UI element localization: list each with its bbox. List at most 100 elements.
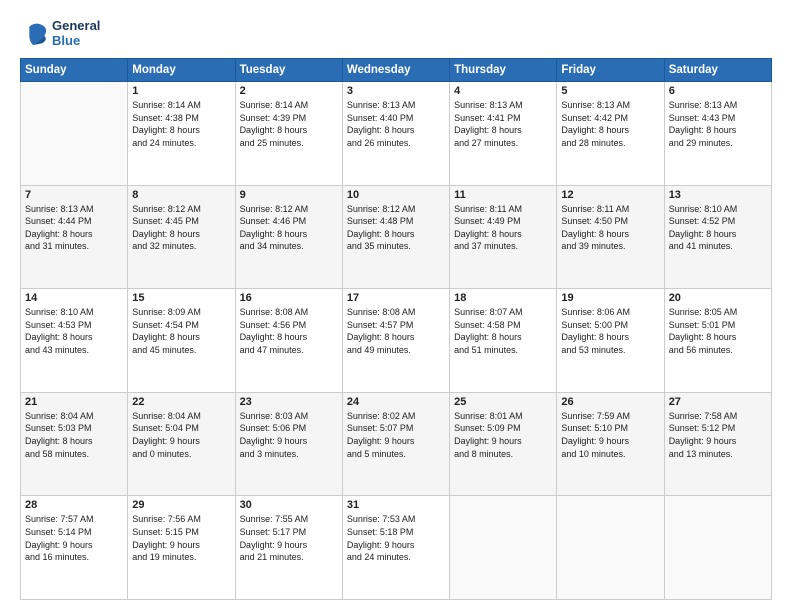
calendar-cell: 29 Sunrise: 7:56 AM Sunset: 5:15 PM Dayli…: [128, 496, 235, 600]
calendar-cell: 3Sunrise: 8:13 AM Sunset: 4:40 PM Daylig…: [342, 82, 449, 186]
cell-info: Sunrise: 8:05 AM Sunset: 5:01 PM Dayligh…: [669, 306, 767, 356]
cell-info: Sunrise: 8:07 AM Sunset: 4:58 PM Dayligh…: [454, 306, 552, 356]
calendar-cell: 18 Sunrise: 8:07 AM Sunset: 4:58 PM Dayli…: [450, 289, 557, 393]
day-number: 25: [454, 396, 552, 408]
weekday-header-monday: Monday: [128, 59, 235, 82]
logo: General Blue: [20, 18, 100, 48]
day-number: 2: [240, 85, 338, 97]
day-number: 14: [25, 292, 123, 304]
cell-info: Sunrise: 7:58 AM Sunset: 5:12 PM Dayligh…: [669, 410, 767, 460]
cell-info: Sunrise: 8:13 AM Sunset: 4:40 PM Dayligh…: [347, 99, 445, 149]
calendar-cell: 20 Sunrise: 8:05 AM Sunset: 5:01 PM Dayli…: [664, 289, 771, 393]
day-number: 20: [669, 292, 767, 304]
day-number: 18: [454, 292, 552, 304]
calendar-cell: 28 Sunrise: 7:57 AM Sunset: 5:14 PM Dayli…: [21, 496, 128, 600]
day-number: 23: [240, 396, 338, 408]
calendar-cell: 26 Sunrise: 7:59 AM Sunset: 5:10 PM Dayli…: [557, 392, 664, 496]
cell-info: Sunrise: 8:13 AM Sunset: 4:41 PM Dayligh…: [454, 99, 552, 149]
cell-info: Sunrise: 7:59 AM Sunset: 5:10 PM Dayligh…: [561, 410, 659, 460]
calendar-page: General Blue SundayMondayTuesdayWednesda…: [0, 0, 792, 612]
cell-info: Sunrise: 8:04 AM Sunset: 5:03 PM Dayligh…: [25, 410, 123, 460]
day-number: 6: [669, 85, 767, 97]
calendar-cell: 16Sunrise: 8:08 AM Sunset: 4:56 PM Dayli…: [235, 289, 342, 393]
cell-info: Sunrise: 8:04 AM Sunset: 5:04 PM Dayligh…: [132, 410, 230, 460]
calendar-cell: 12 Sunrise: 8:11 AM Sunset: 4:50 PM Dayli…: [557, 185, 664, 289]
day-number: 4: [454, 85, 552, 97]
calendar-cell: 25 Sunrise: 8:01 AM Sunset: 5:09 PM Dayli…: [450, 392, 557, 496]
day-number: 11: [454, 189, 552, 201]
day-number: 26: [561, 396, 659, 408]
calendar-cell: 8Sunrise: 8:12 AM Sunset: 4:45 PM Daylig…: [128, 185, 235, 289]
day-number: 12: [561, 189, 659, 201]
logo-icon: [20, 19, 48, 47]
calendar-cell: 4 Sunrise: 8:13 AM Sunset: 4:41 PM Daylig…: [450, 82, 557, 186]
calendar-cell: 19 Sunrise: 8:06 AM Sunset: 5:00 PM Dayli…: [557, 289, 664, 393]
cell-info: Sunrise: 8:08 AM Sunset: 4:57 PM Dayligh…: [347, 306, 445, 356]
cell-info: Sunrise: 8:13 AM Sunset: 4:44 PM Dayligh…: [25, 203, 123, 253]
cell-info: Sunrise: 8:11 AM Sunset: 4:50 PM Dayligh…: [561, 203, 659, 253]
calendar-cell: 13 Sunrise: 8:10 AM Sunset: 4:52 PM Dayli…: [664, 185, 771, 289]
cell-info: Sunrise: 7:57 AM Sunset: 5:14 PM Dayligh…: [25, 513, 123, 563]
weekday-header-saturday: Saturday: [664, 59, 771, 82]
calendar-cell: [21, 82, 128, 186]
cell-info: Sunrise: 8:02 AM Sunset: 5:07 PM Dayligh…: [347, 410, 445, 460]
day-number: 19: [561, 292, 659, 304]
calendar-cell: [450, 496, 557, 600]
day-number: 13: [669, 189, 767, 201]
calendar-cell: [557, 496, 664, 600]
calendar-cell: [664, 496, 771, 600]
calendar-cell: 17 Sunrise: 8:08 AM Sunset: 4:57 PM Dayli…: [342, 289, 449, 393]
weekday-header-wednesday: Wednesday: [342, 59, 449, 82]
week-row-3: 14Sunrise: 8:10 AM Sunset: 4:53 PM Dayli…: [21, 289, 772, 393]
day-number: 29: [132, 499, 230, 511]
day-number: 27: [669, 396, 767, 408]
calendar-cell: 7 Sunrise: 8:13 AM Sunset: 4:44 PM Daylig…: [21, 185, 128, 289]
calendar-cell: 31 Sunrise: 7:53 AM Sunset: 5:18 PM Dayli…: [342, 496, 449, 600]
cell-info: Sunrise: 8:14 AM Sunset: 4:39 PM Dayligh…: [240, 99, 338, 149]
cell-info: Sunrise: 7:53 AM Sunset: 5:18 PM Dayligh…: [347, 513, 445, 563]
calendar-cell: 15 Sunrise: 8:09 AM Sunset: 4:54 PM Dayli…: [128, 289, 235, 393]
cell-info: Sunrise: 8:06 AM Sunset: 5:00 PM Dayligh…: [561, 306, 659, 356]
cell-info: Sunrise: 8:12 AM Sunset: 4:48 PM Dayligh…: [347, 203, 445, 253]
cell-info: Sunrise: 7:56 AM Sunset: 5:15 PM Dayligh…: [132, 513, 230, 563]
week-row-4: 21 Sunrise: 8:04 AM Sunset: 5:03 PM Dayli…: [21, 392, 772, 496]
day-number: 15: [132, 292, 230, 304]
day-number: 21: [25, 396, 123, 408]
calendar-cell: 5Sunrise: 8:13 AM Sunset: 4:42 PM Daylig…: [557, 82, 664, 186]
week-row-2: 7 Sunrise: 8:13 AM Sunset: 4:44 PM Daylig…: [21, 185, 772, 289]
week-row-5: 28 Sunrise: 7:57 AM Sunset: 5:14 PM Dayli…: [21, 496, 772, 600]
cell-info: Sunrise: 8:13 AM Sunset: 4:42 PM Dayligh…: [561, 99, 659, 149]
day-number: 9: [240, 189, 338, 201]
day-number: 7: [25, 189, 123, 201]
cell-info: Sunrise: 8:09 AM Sunset: 4:54 PM Dayligh…: [132, 306, 230, 356]
day-number: 17: [347, 292, 445, 304]
cell-info: Sunrise: 8:14 AM Sunset: 4:38 PM Dayligh…: [132, 99, 230, 149]
day-number: 31: [347, 499, 445, 511]
day-number: 16: [240, 292, 338, 304]
day-number: 30: [240, 499, 338, 511]
calendar-cell: 22 Sunrise: 8:04 AM Sunset: 5:04 PM Dayli…: [128, 392, 235, 496]
cell-info: Sunrise: 8:10 AM Sunset: 4:52 PM Dayligh…: [669, 203, 767, 253]
calendar-cell: 21 Sunrise: 8:04 AM Sunset: 5:03 PM Dayli…: [21, 392, 128, 496]
week-row-1: 1 Sunrise: 8:14 AM Sunset: 4:38 PM Daylig…: [21, 82, 772, 186]
cell-info: Sunrise: 8:11 AM Sunset: 4:49 PM Dayligh…: [454, 203, 552, 253]
weekday-header-thursday: Thursday: [450, 59, 557, 82]
page-header: General Blue: [20, 18, 772, 48]
cell-info: Sunrise: 8:01 AM Sunset: 5:09 PM Dayligh…: [454, 410, 552, 460]
day-number: 22: [132, 396, 230, 408]
weekday-header-sunday: Sunday: [21, 59, 128, 82]
calendar-cell: 10Sunrise: 8:12 AM Sunset: 4:48 PM Dayli…: [342, 185, 449, 289]
calendar-cell: 30Sunrise: 7:55 AM Sunset: 5:17 PM Dayli…: [235, 496, 342, 600]
day-number: 24: [347, 396, 445, 408]
logo-text: General Blue: [52, 18, 100, 48]
weekday-header-row: SundayMondayTuesdayWednesdayThursdayFrid…: [21, 59, 772, 82]
day-number: 28: [25, 499, 123, 511]
cell-info: Sunrise: 8:12 AM Sunset: 4:46 PM Dayligh…: [240, 203, 338, 253]
day-number: 8: [132, 189, 230, 201]
cell-info: Sunrise: 8:03 AM Sunset: 5:06 PM Dayligh…: [240, 410, 338, 460]
calendar-cell: 24 Sunrise: 8:02 AM Sunset: 5:07 PM Dayli…: [342, 392, 449, 496]
day-number: 1: [132, 85, 230, 97]
calendar-cell: 14Sunrise: 8:10 AM Sunset: 4:53 PM Dayli…: [21, 289, 128, 393]
weekday-header-friday: Friday: [557, 59, 664, 82]
calendar-cell: 6Sunrise: 8:13 AM Sunset: 4:43 PM Daylig…: [664, 82, 771, 186]
